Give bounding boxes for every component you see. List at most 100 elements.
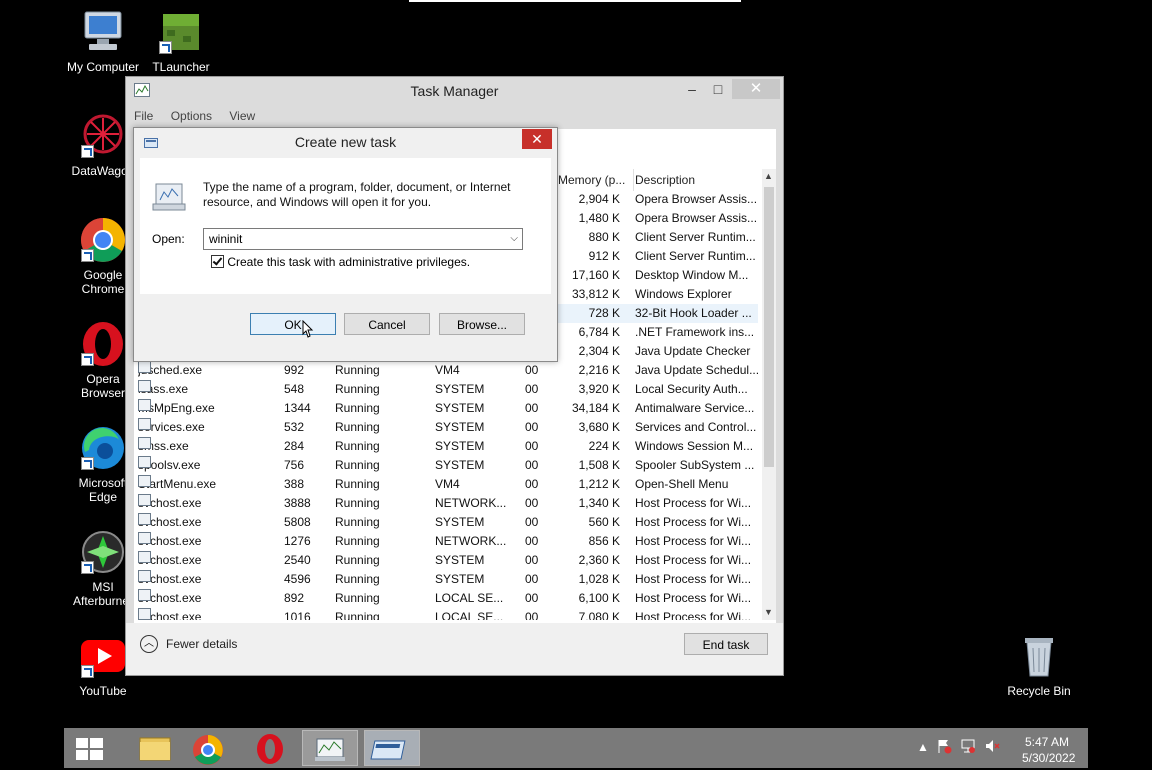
- network-icon[interactable]: [960, 738, 976, 757]
- table-row[interactable]: StartMenu.exe 388 Running VM4 00 1,212 K Open-…: [138, 475, 758, 494]
- cell-user: SYSTEM: [435, 572, 485, 586]
- process-icon: [138, 456, 151, 468]
- cell-pid: 892: [284, 591, 305, 605]
- fewer-details-link[interactable]: Fewer details: [166, 637, 237, 651]
- table-row[interactable]: MsMpEng.exe 1344 Running SYSTEM 00 34,184 K An…: [138, 399, 758, 418]
- cell-memory: 1,340 K: [578, 496, 620, 510]
- desktop-icon-recycle-bin[interactable]: Recycle Bin: [999, 632, 1079, 698]
- cell-description: Windows Explorer: [635, 287, 732, 301]
- cell-user: SYSTEM: [435, 382, 485, 396]
- cell-memory: 1,212 K: [578, 477, 620, 491]
- cell-cpu: 00: [525, 572, 539, 586]
- table-row[interactable]: svchost.exe 1016 Running LOCAL SE... 00 7,080…: [138, 608, 758, 620]
- desktop-icon-label: Recycle Bin: [1007, 684, 1071, 698]
- start-button[interactable]: [64, 730, 120, 766]
- dialog-close-button[interactable]: ✕: [522, 129, 552, 149]
- table-row[interactable]: svchost.exe 2540 Running SYSTEM 00 2,360 K Hos…: [138, 551, 758, 570]
- cell-name: lsass.exe: [138, 380, 278, 399]
- process-icon: [138, 380, 151, 392]
- table-row[interactable]: svchost.exe 892 Running LOCAL SE... 00 6,100 …: [138, 589, 758, 608]
- table-row[interactable]: lsass.exe 548 Running SYSTEM 00 3,920 K Local …: [138, 380, 758, 399]
- chevron-down-icon[interactable]: ⌵: [510, 229, 518, 249]
- menu-options[interactable]: Options: [171, 109, 212, 123]
- cell-user: SYSTEM: [435, 458, 485, 472]
- cell-cpu: 00: [525, 382, 539, 396]
- cell-status: Running: [335, 572, 380, 586]
- process-icon: [138, 551, 151, 563]
- shortcut-arrow-icon: [81, 561, 94, 574]
- cell-memory: 3,680 K: [578, 420, 620, 434]
- clock[interactable]: 5:47 AM 5/30/2022: [1022, 734, 1075, 766]
- admin-privileges-option[interactable]: Create this task with administrative pri…: [211, 255, 470, 269]
- table-row[interactable]: svchost.exe 4596 Running SYSTEM 00 1,028 K Hos…: [138, 570, 758, 589]
- table-row[interactable]: svchost.exe 1276 Running NETWORK... 00 856 K H…: [138, 532, 758, 551]
- scrollbar-thumb[interactable]: [764, 187, 774, 467]
- clock-time: 5:47 AM: [1024, 735, 1070, 749]
- shortcut-arrow-icon: [81, 353, 94, 366]
- taskbar-task-manager[interactable]: [302, 730, 358, 766]
- end-task-button[interactable]: End task: [684, 633, 768, 655]
- desktop-icon-label: My Computer: [66, 60, 140, 74]
- taskbar-chrome[interactable]: [188, 730, 244, 766]
- column-header-description[interactable]: Description: [635, 169, 755, 191]
- minimize-button[interactable]: –: [678, 79, 706, 99]
- cell-memory: 33,812 K: [571, 287, 620, 301]
- cell-memory: 912 K: [588, 249, 620, 263]
- table-row[interactable]: jusched.exe 992 Running VM4 00 2,216 K Java Up…: [138, 361, 758, 380]
- cell-memory: 1,508 K: [578, 458, 620, 472]
- cell-memory: 2,304 K: [578, 344, 620, 358]
- open-combobox[interactable]: wininit ⌵: [203, 228, 523, 250]
- ok-button[interactable]: OK: [250, 313, 336, 335]
- taskbar-opera[interactable]: [250, 730, 306, 766]
- cell-cpu: 00: [525, 610, 539, 620]
- cell-description: Spooler SubSystem ...: [635, 458, 755, 472]
- cancel-button[interactable]: Cancel: [344, 313, 430, 335]
- cell-memory: 3,920 K: [578, 382, 620, 396]
- scroll-up-arrow-icon[interactable]: ▲: [764, 171, 773, 181]
- close-button[interactable]: ✕: [732, 79, 780, 99]
- desktop-icon-tlauncher[interactable]: TLauncher: [141, 8, 221, 74]
- table-row[interactable]: svchost.exe 5808 Running SYSTEM 00 560 K Host …: [138, 513, 758, 532]
- maximize-button[interactable]: □: [704, 79, 732, 99]
- taskbar-run-dialog[interactable]: [364, 730, 420, 766]
- cell-status: Running: [335, 553, 380, 567]
- volume-muted-icon[interactable]: [984, 738, 1000, 757]
- table-row[interactable]: services.exe 532 Running SYSTEM 00 3,680 K Ser…: [138, 418, 758, 437]
- cell-cpu: 00: [525, 477, 539, 491]
- taskbar-file-explorer[interactable]: [126, 730, 182, 766]
- task-manager-titlebar[interactable]: Task Manager – □ ✕: [126, 77, 783, 105]
- admin-checkbox-label[interactable]: Create this task with administrative pri…: [227, 255, 470, 269]
- table-row[interactable]: smss.exe 284 Running SYSTEM 00 224 K Windows S…: [138, 437, 758, 456]
- browse-button[interactable]: Browse...: [439, 313, 525, 335]
- process-icon: [138, 475, 151, 487]
- action-center-flag-icon[interactable]: [936, 738, 952, 757]
- admin-checkbox[interactable]: [211, 255, 224, 268]
- cell-description: Windows Session M...: [635, 439, 754, 453]
- process-icon: [138, 532, 151, 544]
- cell-name: svchost.exe: [138, 570, 278, 589]
- opera-icon: [257, 734, 283, 764]
- opera-icon: [79, 320, 127, 368]
- vertical-scrollbar[interactable]: ▲ ▼: [762, 169, 776, 620]
- table-row[interactable]: spoolsv.exe 756 Running SYSTEM 00 1,508 K Spoo…: [138, 456, 758, 475]
- cell-cpu: 00: [525, 401, 539, 415]
- column-header-memory[interactable]: Memory (p...: [558, 169, 634, 191]
- cell-user: NETWORK...: [435, 496, 507, 510]
- desktop-icon-my-computer[interactable]: My Computer: [63, 8, 143, 74]
- table-row[interactable]: svchost.exe 3888 Running NETWORK... 00 1,340 …: [138, 494, 758, 513]
- show-hidden-icons-icon[interactable]: ▲: [917, 740, 929, 754]
- process-icon: [138, 608, 151, 620]
- cell-user: LOCAL SE...: [435, 591, 504, 605]
- create-new-task-dialog: Create new task ✕ Type the name of a pro…: [133, 127, 558, 362]
- task-manager-icon: [315, 738, 345, 761]
- menu-file[interactable]: File: [134, 109, 153, 123]
- menu-view[interactable]: View: [229, 109, 255, 123]
- cell-user: LOCAL SE...: [435, 610, 504, 620]
- cell-pid: 1344: [284, 401, 311, 415]
- cell-cpu: 00: [525, 458, 539, 472]
- cell-memory: 2,360 K: [578, 553, 620, 567]
- chevron-up-icon[interactable]: ︿: [140, 635, 158, 653]
- mouse-cursor-icon: [302, 319, 314, 338]
- scroll-down-arrow-icon[interactable]: ▼: [764, 607, 773, 617]
- open-input-value[interactable]: wininit: [209, 232, 242, 246]
